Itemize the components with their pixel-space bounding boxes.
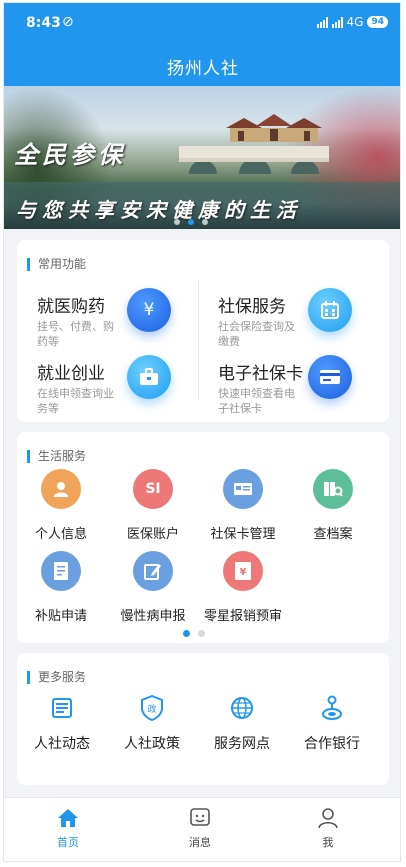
banner-carousel[interactable]: 全民参保 与您共享安宋健康的生活 xyxy=(4,86,400,229)
grid-item-card-management[interactable]: 社保卡管理 xyxy=(203,469,283,542)
service-social-insurance[interactable]: 社保服务 社会保险查询及缴费 xyxy=(198,284,368,359)
more-item-partner-banks[interactable]: 合作银行 xyxy=(287,693,377,753)
bridge-image xyxy=(179,146,329,174)
message-icon xyxy=(170,806,230,830)
common-functions-card: 常用功能 就医购药 挂号、付费、购药等 ¥ 社保服务 社会保险查询及缴费 就业创… xyxy=(17,240,389,422)
archive-icon xyxy=(313,469,353,509)
banner-dot[interactable] xyxy=(202,219,208,225)
grid-label: 补贴申请 xyxy=(34,609,87,624)
page-dot-active[interactable] xyxy=(183,630,190,637)
grid-label: 医保账户 xyxy=(126,527,179,542)
tab-label: 我 xyxy=(322,836,334,849)
bank-icon xyxy=(317,693,347,723)
life-services-pagination xyxy=(183,630,205,637)
svg-text:¥: ¥ xyxy=(240,567,247,578)
more-label: 人社政策 xyxy=(124,736,180,752)
bottom-tab-bar: 首页 消息 我 xyxy=(4,797,400,861)
money-bag-icon: ¥ xyxy=(127,288,171,332)
grid-item-chronic-disease[interactable]: 慢性病申报 xyxy=(113,551,193,624)
service-title: 就业创业 xyxy=(37,364,105,384)
signal-icon xyxy=(316,16,328,28)
yen-bill-icon: ¥ xyxy=(223,551,263,591)
service-e-social-card[interactable]: 电子社保卡 快速申领查看电子社保卡 xyxy=(198,351,368,426)
service-subtitle: 在线申领查询业务等 xyxy=(37,387,114,415)
user-icon xyxy=(298,806,358,830)
tab-label: 首页 xyxy=(57,836,79,849)
service-subtitle: 社会保险查询及缴费 xyxy=(218,320,295,348)
more-item-service-points[interactable]: 服务网点 xyxy=(197,693,287,753)
banner-headline: 全民参保 xyxy=(14,140,126,169)
social-card-icon xyxy=(223,469,263,509)
banner-subline: 与您共享安宋健康的生活 xyxy=(16,198,302,222)
life-services-title: 生活服务 xyxy=(27,450,86,463)
more-item-news[interactable]: 人社动态 xyxy=(17,693,107,753)
more-label: 合作银行 xyxy=(304,736,360,752)
top-bar: 8:43 ⊘ 4G 94 扬州人社 xyxy=(4,3,400,86)
status-right: 4G 94 xyxy=(316,15,388,29)
briefcase-icon xyxy=(127,355,171,399)
grid-label: 零星报销预审 xyxy=(203,609,282,624)
grid-label: 个人信息 xyxy=(34,527,87,542)
more-services-card: 更多服务 人社动态 政 人社政策 服务网点 合作银行 xyxy=(17,653,389,785)
policy-shield-icon: 政 xyxy=(137,693,167,723)
battery-icon: 94 xyxy=(367,16,388,28)
banner-dot[interactable] xyxy=(174,219,180,225)
service-subtitle: 快速申领查看电子社保卡 xyxy=(218,387,295,415)
application-icon xyxy=(41,551,81,591)
si-icon: SI xyxy=(133,469,173,509)
status-bar: 8:43 ⊘ 4G 94 xyxy=(4,3,400,43)
grid-label: 查档案 xyxy=(313,527,353,542)
signal-icon-2 xyxy=(331,16,343,28)
status-time: 8:43 xyxy=(26,15,61,31)
grid-label: 社保卡管理 xyxy=(210,527,276,542)
edit-icon xyxy=(133,551,173,591)
tab-label: 消息 xyxy=(189,836,211,849)
news-icon xyxy=(47,693,77,723)
service-medical[interactable]: 就医购药 挂号、付费、购药等 ¥ xyxy=(17,284,187,359)
more-label: 人社动态 xyxy=(34,736,90,752)
grid-item-archive[interactable]: 查档案 xyxy=(293,469,373,542)
app-screen: 8:43 ⊘ 4G 94 扬州人社 全民参保 与您共享安宋健康的生活 常用功能 … xyxy=(3,2,401,862)
tab-me[interactable]: 我 xyxy=(298,806,358,850)
life-services-card: 生活服务 个人信息 SI 医保账户 社保卡管理 查档案 补贴申请 慢性病申报 ¥… xyxy=(17,432,389,643)
card-icon xyxy=(308,355,352,399)
banner-pagination xyxy=(174,219,208,225)
more-item-policy[interactable]: 政 人社政策 xyxy=(107,693,197,753)
calendar-icon xyxy=(308,288,352,332)
more-label: 服务网点 xyxy=(214,736,270,752)
banner-dot-active[interactable] xyxy=(188,219,194,225)
page-dot[interactable] xyxy=(198,630,205,637)
service-title: 社保服务 xyxy=(218,297,286,317)
grid-label: 慢性病申报 xyxy=(120,609,186,624)
service-subtitle: 挂号、付费、购药等 xyxy=(37,320,114,348)
grid-item-subsidy-application[interactable]: 补贴申请 xyxy=(21,551,101,624)
tab-messages[interactable]: 消息 xyxy=(170,806,230,850)
home-icon xyxy=(38,806,98,830)
common-functions-title: 常用功能 xyxy=(27,258,86,271)
grid-item-medical-account[interactable]: SI 医保账户 xyxy=(113,469,193,542)
globe-icon xyxy=(227,693,257,723)
grid-item-reimbursement[interactable]: ¥ 零星报销预审 xyxy=(203,551,283,624)
page-title: 扬州人社 xyxy=(167,59,239,79)
network-type: 4G xyxy=(346,15,364,29)
service-title: 电子社保卡 xyxy=(218,364,303,384)
person-icon xyxy=(41,469,81,509)
tab-home[interactable]: 首页 xyxy=(38,806,98,850)
mute-icon: ⊘ xyxy=(62,14,74,30)
service-title: 就医购药 xyxy=(37,297,105,317)
grid-item-personal-info[interactable]: 个人信息 xyxy=(21,469,101,542)
more-services-title: 更多服务 xyxy=(27,671,86,684)
svg-text:政: 政 xyxy=(147,703,156,715)
service-employment[interactable]: 就业创业 在线申领查询业务等 xyxy=(17,351,187,426)
